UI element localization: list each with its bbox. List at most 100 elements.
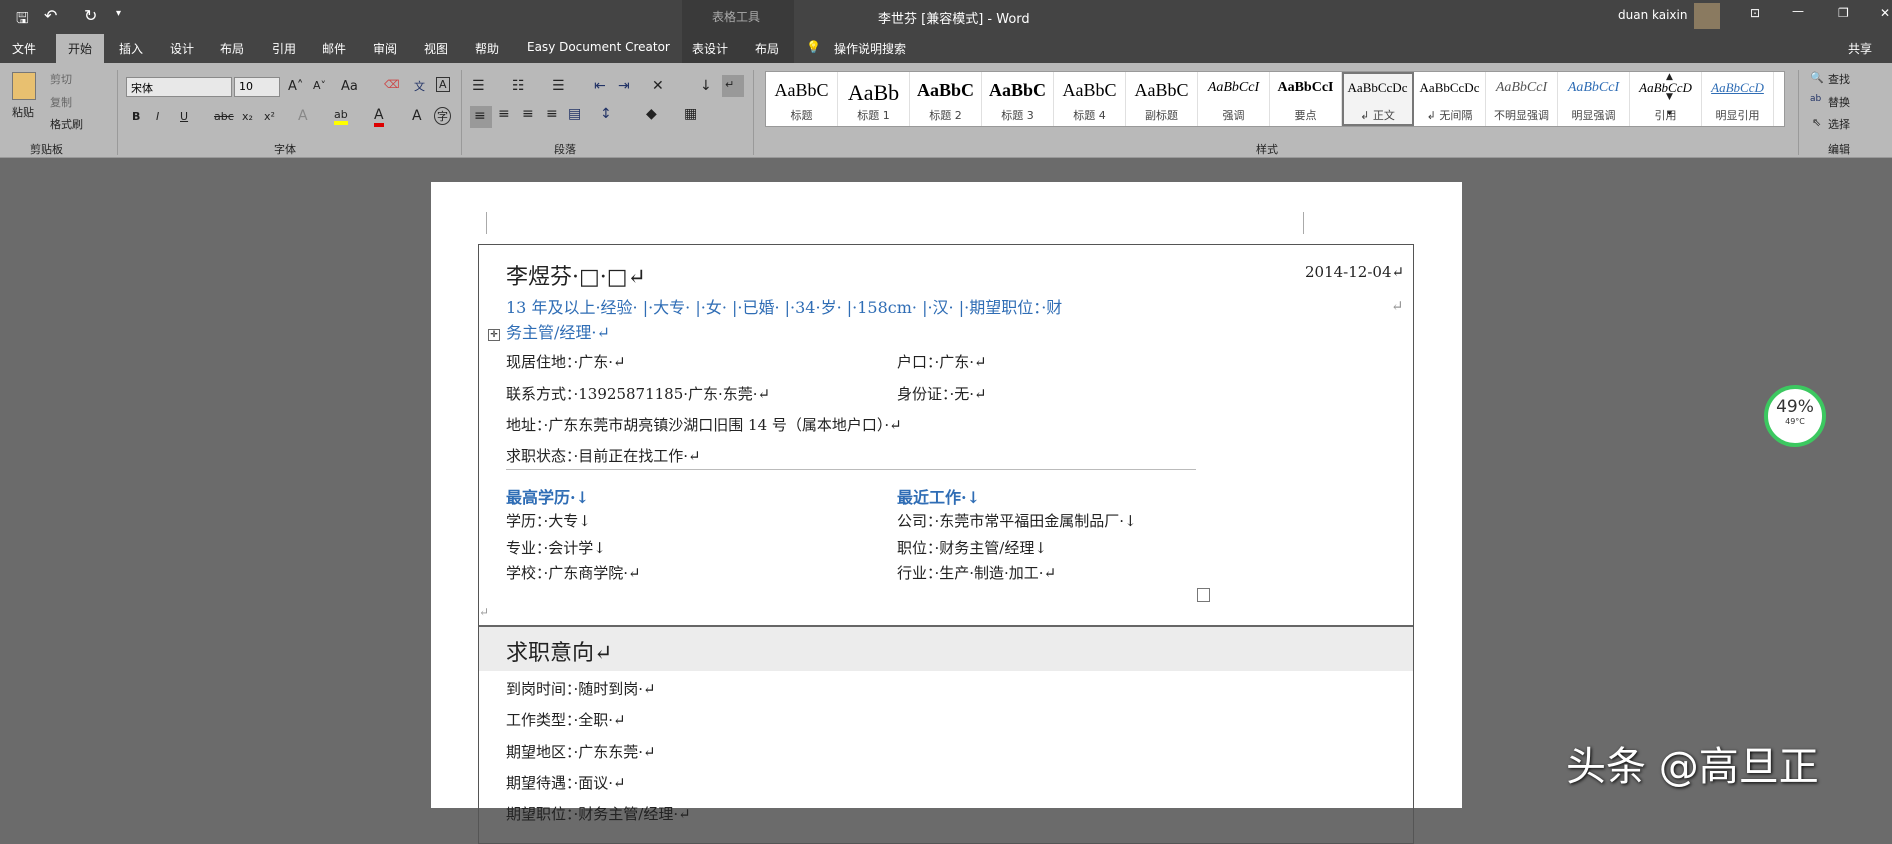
char-border-icon[interactable]: A (436, 77, 450, 92)
italic-button[interactable]: I (156, 110, 159, 123)
gallery-scroll-down[interactable]: ▼ (1666, 92, 1673, 102)
decrease-indent-icon[interactable]: ⇤ (594, 78, 606, 94)
align-left-icon[interactable]: ≡ (470, 106, 492, 128)
change-case-button[interactable]: Aa (341, 79, 358, 94)
text-effects-icon[interactable]: A (298, 108, 308, 124)
table-move-handle[interactable]: ✛ (488, 329, 500, 341)
save-icon[interactable]: 🖫 (16, 8, 29, 33)
distributed-icon[interactable]: ▤ (568, 106, 581, 122)
position: 职位：·财务主管/经理↓ (897, 539, 1047, 557)
clear-format-icon[interactable]: ⌫ (384, 78, 400, 91)
tab-file[interactable]: 文件 (12, 40, 36, 57)
align-right-icon[interactable]: ≡ (522, 106, 534, 122)
tab-layout[interactable]: 布局 (220, 40, 244, 57)
desired-position: 期望职位：·财务主管/经理·↵ (506, 805, 691, 823)
format-painter-button[interactable]: 格式刷 (50, 116, 83, 132)
style-subtle-emphasis[interactable]: AaBbCcI 不明显强调 (1486, 72, 1558, 126)
chinese-layout-icon[interactable]: ✕ (652, 78, 664, 94)
style-no-spacing[interactable]: AaBbCcDc ↲ 无间隔 (1414, 72, 1486, 126)
copy-button[interactable]: 复制 (50, 94, 72, 110)
redo-icon[interactable]: ↻ (84, 6, 97, 25)
maximize-icon[interactable]: ❐ (1838, 6, 1849, 20)
document-page[interactable]: 李煜芬·□·□↵ 2014-12-04↵ 13 年及以上·经验· |·大专· |… (431, 182, 1462, 844)
share-button[interactable]: 共享 (1848, 40, 1872, 57)
tab-table-layout[interactable]: 布局 (755, 40, 779, 57)
id-card: 身份证：·无·↵ (897, 385, 987, 403)
justify-icon[interactable]: ≡ (546, 106, 558, 122)
tell-me-search[interactable]: 操作说明搜索 (834, 40, 906, 57)
superscript-button[interactable]: x² (264, 110, 275, 123)
show-marks-icon[interactable]: ↵ (722, 75, 744, 97)
bullets-icon[interactable]: ☰ (472, 78, 485, 94)
address: 地址：·广东东莞市胡亮镇沙湖口旧围 14 号（属本地户口）·↵ (506, 416, 902, 434)
close-icon[interactable]: ✕ (1880, 6, 1890, 20)
cpu-usage-widget[interactable]: 49% 49°C (1764, 385, 1826, 447)
find-button[interactable]: 查找 (1828, 71, 1850, 87)
style-emphasis[interactable]: AaBbCcI 强调 (1198, 72, 1270, 126)
font-size-select[interactable]: 10 (234, 77, 280, 97)
minimize-icon[interactable]: — (1792, 4, 1804, 18)
line-spacing-icon[interactable]: ↕ (600, 106, 612, 122)
style-normal[interactable]: AaBbCcDc ↲ 正文 (1342, 72, 1414, 126)
paste-icon[interactable] (12, 72, 36, 100)
style-heading-2[interactable]: AaBbC 标题 2 (910, 72, 982, 126)
tab-easy-document-creator[interactable]: Easy Document Creator (527, 40, 670, 54)
style-intense-quote[interactable]: AaBbCcD 明显引用 (1702, 72, 1774, 126)
style-heading-3[interactable]: AaBbC 标题 3 (982, 72, 1054, 126)
sort-icon[interactable]: ↓ (700, 78, 712, 94)
phonetic-guide-icon[interactable]: 文 (414, 78, 425, 94)
replace-button[interactable]: 替换 (1828, 94, 1850, 110)
style-title[interactable]: AaBbC 标题 (766, 72, 838, 126)
paste-button[interactable]: 粘贴 (12, 104, 34, 120)
align-center-icon[interactable]: ≡ (498, 106, 510, 122)
divider (753, 70, 754, 155)
school: 学校：·广东商学院·↵ (506, 564, 641, 582)
customize-qat-icon[interactable]: ▾ (116, 8, 121, 19)
tab-mailings[interactable]: 邮件 (322, 40, 346, 57)
cut-button[interactable]: 剪切 (50, 71, 72, 87)
enclose-char-icon[interactable]: 字 (434, 107, 451, 125)
strikethrough-button[interactable]: abc (214, 110, 234, 123)
subscript-button[interactable]: x₂ (242, 110, 253, 123)
highlight-icon[interactable]: ab (334, 108, 348, 125)
tab-design[interactable]: 设计 (170, 40, 194, 57)
tab-home[interactable]: 开始 (56, 34, 105, 63)
char-shading-button[interactable]: A (412, 108, 422, 124)
increase-indent-icon[interactable]: ⇥ (618, 78, 630, 94)
undo-icon[interactable]: ↶ (44, 6, 57, 25)
group-label-clipboard: 剪贴板 (30, 143, 63, 156)
gallery-more[interactable]: ⯆ (1666, 110, 1673, 120)
shading-icon[interactable]: ◆ (646, 106, 657, 122)
style-strong[interactable]: AaBbCcI 要点 (1270, 72, 1342, 126)
tab-insert[interactable]: 插入 (119, 40, 143, 57)
tab-review[interactable]: 审阅 (373, 40, 397, 57)
ribbon-display-icon[interactable]: ⊡ (1750, 6, 1760, 20)
shrink-font-button[interactable]: A˅ (313, 79, 326, 92)
borders-icon[interactable]: ▦ (684, 106, 697, 122)
summary-line-cont: 务主管/经理·↵ (506, 323, 610, 342)
style-heading-4[interactable]: AaBbC 标题 4 (1054, 72, 1126, 126)
style-heading-1[interactable]: AaBb 标题 1 (838, 72, 910, 126)
user-name[interactable]: duan kaixin (1618, 8, 1687, 22)
tab-view[interactable]: 视图 (424, 40, 448, 57)
contact: 联系方式：·13925871185·广东·东莞·↵ (506, 385, 771, 403)
tab-references[interactable]: 引用 (272, 40, 296, 57)
gallery-scroll-up[interactable]: ▲ (1666, 72, 1673, 82)
font-name-select[interactable]: 宋体 (126, 77, 232, 97)
divider (506, 469, 1196, 470)
numbering-icon[interactable]: ☷ (512, 78, 525, 94)
grow-font-button[interactable]: A˄ (288, 79, 303, 94)
multilevel-list-icon[interactable]: ☰ (552, 78, 565, 94)
divider (117, 70, 118, 155)
select-button[interactable]: 选择 (1828, 116, 1850, 132)
lightbulb-icon: 💡 (806, 40, 821, 54)
bold-button[interactable]: B (132, 110, 140, 123)
tab-help[interactable]: 帮助 (475, 40, 499, 57)
styles-gallery: AaBbC 标题 AaBb 标题 1 AaBbC 标题 2 AaBbC 标题 3 AaB… (765, 71, 1785, 127)
font-color-icon[interactable]: A (374, 107, 384, 127)
style-subtitle[interactable]: AaBbC 副标题 (1126, 72, 1198, 126)
style-intense-emphasis[interactable]: AaBbCcI 明显强调 (1558, 72, 1630, 126)
tab-table-design[interactable]: 表设计 (692, 40, 728, 57)
underline-button[interactable]: U (180, 110, 188, 123)
avatar[interactable] (1694, 3, 1720, 29)
